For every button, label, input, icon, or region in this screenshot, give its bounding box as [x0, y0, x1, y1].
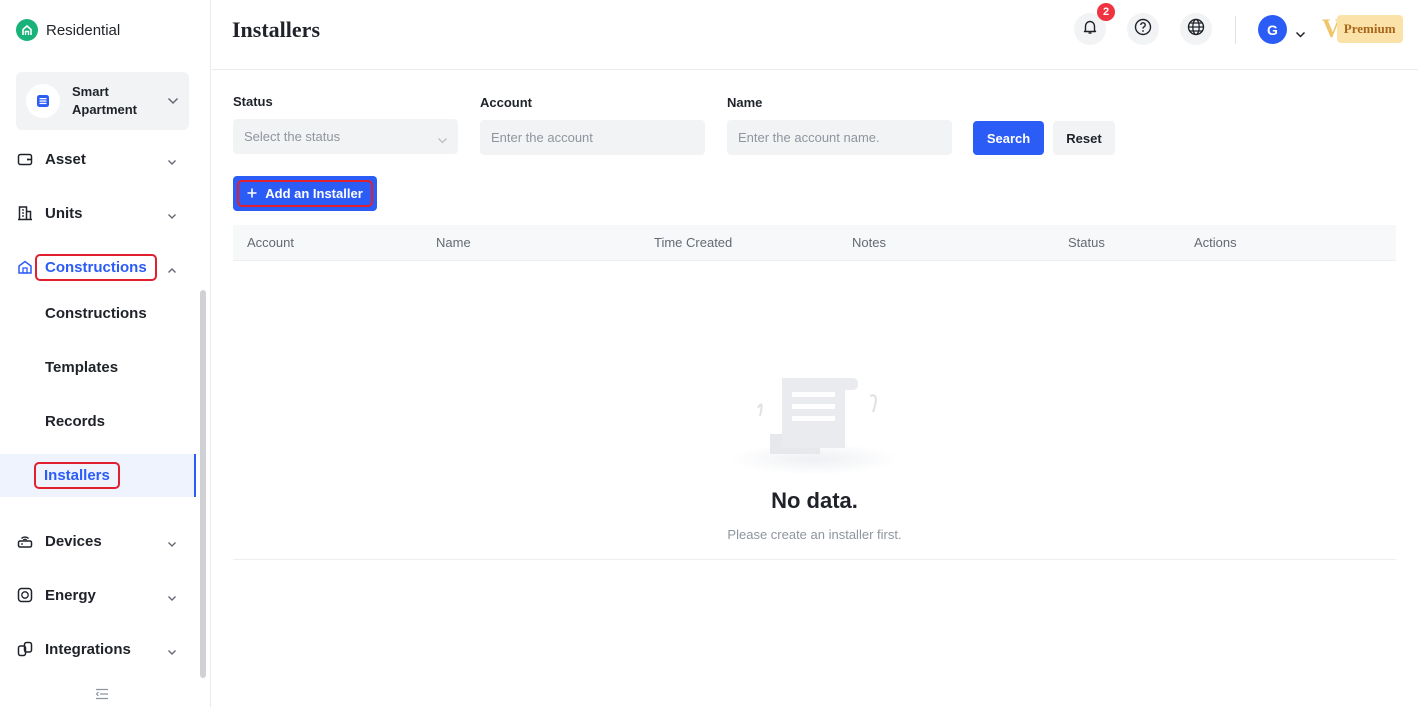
add-installer-button[interactable]: Add an Installer [233, 176, 377, 211]
column-time-created: Time Created [654, 235, 733, 250]
sidebar-subitem-label: Installers [34, 462, 120, 489]
empty-state: No data. Please create an installer firs… [233, 261, 1396, 560]
wallet-icon [16, 150, 34, 168]
sidebar-item-asset[interactable]: Asset [0, 139, 196, 179]
residential-logo-icon [16, 19, 38, 41]
top-header: Installers 2 G V Premium [212, 0, 1418, 70]
sidebar: Residential Smart Apartment Asset Units [0, 0, 211, 707]
project-name: Smart Apartment [72, 84, 138, 117]
premium-label: Premium [1336, 15, 1403, 43]
account-label: Account [480, 95, 532, 110]
table-header: Account Name Time Created Notes Status A… [233, 225, 1396, 261]
chevron-down-icon [437, 132, 448, 147]
chevron-down-icon [167, 589, 177, 607]
status-select[interactable]: Select the status [233, 119, 458, 154]
link-icon [16, 640, 34, 658]
empty-subtitle: Please create an installer first. [727, 527, 902, 542]
search-button[interactable]: Search [973, 121, 1044, 155]
sidebar-subitem-records[interactable]: Records [0, 400, 196, 442]
header-divider [1235, 16, 1236, 44]
sidebar-item-label: Constructions [35, 253, 157, 281]
project-switcher[interactable]: Smart Apartment [16, 72, 189, 130]
meter-icon [16, 586, 34, 604]
router-icon [16, 532, 34, 550]
project-icon [26, 84, 60, 118]
brand[interactable]: Residential [16, 19, 120, 41]
column-notes: Notes [852, 235, 886, 250]
add-installer-content: Add an Installer [237, 180, 373, 207]
help-icon [1134, 18, 1152, 41]
sidebar-item-label: Devices [45, 532, 102, 550]
sidebar-subitem-constructions[interactable]: Constructions [0, 292, 196, 334]
name-label: Name [727, 95, 763, 110]
plus-icon [247, 186, 257, 201]
globe-icon [1187, 18, 1205, 41]
column-account: Account [247, 235, 294, 250]
language-button[interactable] [1180, 13, 1212, 45]
status-label: Status [233, 94, 273, 109]
sidebar-item-constructions[interactable]: Constructions [0, 247, 196, 287]
house-icon [16, 258, 34, 276]
chevron-down-icon [167, 207, 177, 225]
chevron-down-icon[interactable] [1295, 25, 1306, 43]
bell-icon [1082, 19, 1098, 40]
collapse-sidebar-icon[interactable] [95, 687, 109, 705]
chevron-down-icon [167, 153, 177, 171]
reset-button[interactable]: Reset [1053, 121, 1115, 155]
sidebar-item-label: Energy [45, 586, 96, 604]
page-title: Installers [232, 17, 320, 42]
account-input[interactable] [480, 120, 705, 155]
notification-badge: 2 [1097, 3, 1115, 21]
sidebar-item-units[interactable]: Units [0, 193, 196, 233]
empty-title: No data. [771, 488, 858, 513]
sidebar-item-label: Integrations [45, 640, 131, 658]
status-placeholder: Select the status [244, 129, 341, 144]
sidebar-subitem-templates[interactable]: Templates [0, 346, 196, 388]
brand-name: Residential [46, 21, 121, 39]
chevron-down-icon [167, 92, 179, 110]
column-actions: Actions [1194, 235, 1237, 250]
add-installer-label: Add an Installer [265, 186, 363, 201]
sidebar-item-integrations[interactable]: Integrations [0, 629, 196, 669]
sidebar-item-energy[interactable]: Energy [0, 575, 196, 615]
avatar[interactable]: G [1258, 15, 1287, 44]
column-status: Status [1068, 235, 1105, 250]
sidebar-item-label: Units [45, 204, 83, 222]
column-name: Name [436, 235, 471, 250]
sidebar-scrollbar[interactable] [200, 290, 206, 678]
premium-badge[interactable]: V Premium [1322, 15, 1403, 43]
building-icon [16, 204, 34, 222]
chevron-down-icon [167, 535, 177, 553]
help-button[interactable] [1127, 13, 1159, 45]
chevron-down-icon [167, 643, 177, 661]
sidebar-item-label: Asset [45, 150, 86, 168]
sidebar-subitem-installers[interactable]: Installers [0, 454, 196, 497]
chevron-up-icon [167, 261, 177, 279]
empty-document-icon [730, 364, 900, 479]
sidebar-item-devices[interactable]: Devices [0, 521, 196, 561]
name-input[interactable] [727, 120, 952, 155]
